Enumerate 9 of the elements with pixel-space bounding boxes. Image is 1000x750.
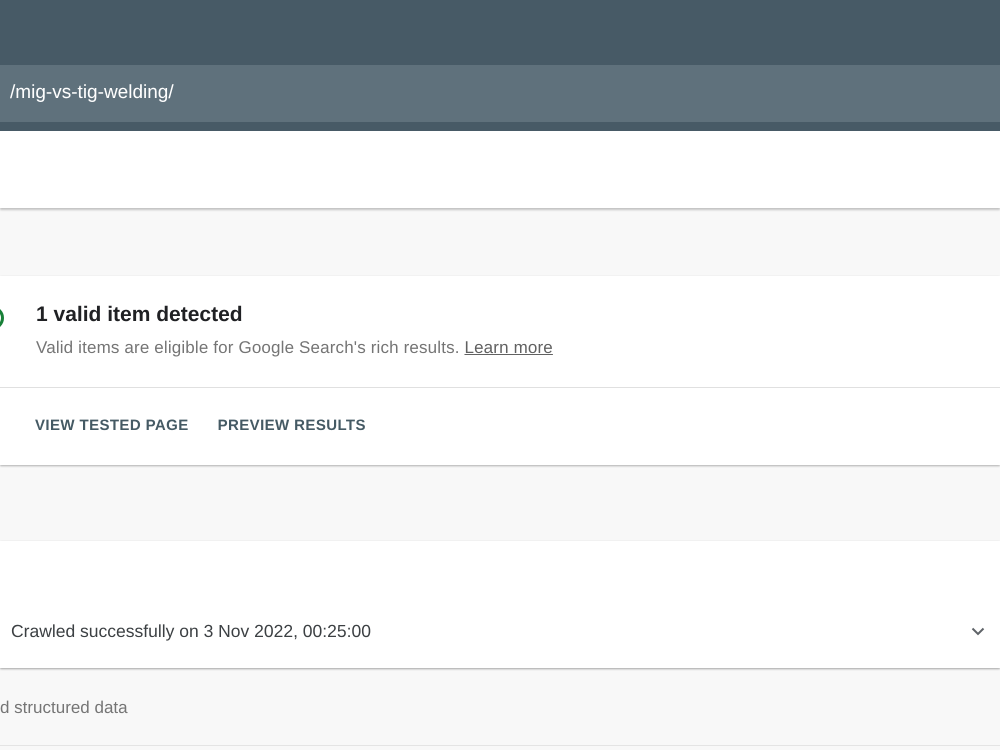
action-button[interactable]: VIEW TESTED PAGE — [27, 408, 197, 444]
url-field[interactable]: /mig-vs-tig-welding/ — [0, 65, 1000, 122]
section-header[interactable]: d structured data — [0, 670, 1000, 746]
chevron-down-icon[interactable] — [971, 626, 985, 636]
action-button[interactable]: PREVIEW RESULTS — [210, 408, 374, 444]
result-title: 1 valid item detected — [36, 303, 244, 327]
crawl-status-text: Crawled successfully on 3 Nov 2022, 00:25:00 — [11, 620, 371, 643]
result-description: Valid items are eligible for Google Search's rich results. Learn more — [36, 337, 553, 359]
learn-more-link[interactable]: Learn more — [464, 338, 553, 357]
